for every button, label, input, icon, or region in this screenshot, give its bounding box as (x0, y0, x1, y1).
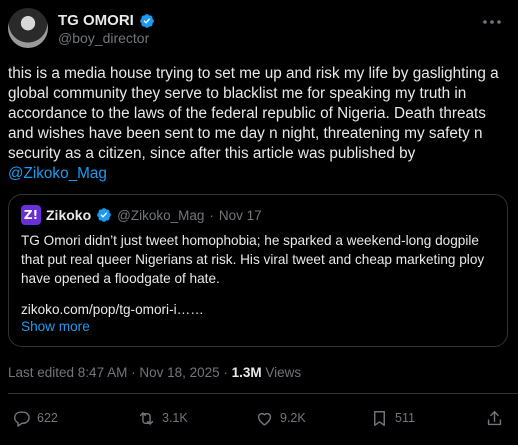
reply-button[interactable]: 622 (12, 409, 58, 428)
repost-icon (139, 411, 154, 425)
quote-text: TG Omori didn’t just tweet homophobia; h… (21, 233, 488, 286)
author-handle[interactable]: @boy_director (58, 30, 149, 46)
repost-button[interactable]: 3.1K (137, 409, 188, 428)
verified-badge-icon (97, 208, 111, 222)
name-row: TG OMORI (58, 12, 155, 29)
action-bar: 622 3.1K 9.2K 511 (12, 406, 504, 430)
post-text: this is a media house trying to set me u… (8, 64, 508, 184)
avatar[interactable] (8, 8, 48, 48)
quote-handle: @Zikoko_Mag (117, 207, 205, 223)
quote-avatar: Z! (21, 205, 41, 225)
quote-display-name: Zikoko (46, 207, 92, 223)
edited-timestamp[interactable]: Last edited 8:47 AM · Nov 18, 2025 · (8, 365, 232, 380)
reply-count: 622 (37, 411, 58, 425)
quoted-tweet[interactable]: Z! Zikoko @Zikoko_Mag · Nov 17 TG Omori … (8, 194, 508, 347)
views-count: 1.3M (231, 365, 262, 380)
divider (8, 393, 518, 394)
tweet-header: TG OMORI @boy_director (8, 8, 518, 52)
tweet: TG OMORI @boy_director this is a media h… (0, 0, 518, 445)
quote-date: Nov 17 (218, 207, 262, 223)
more-options-icon[interactable] (480, 10, 504, 34)
quote-header: Z! Zikoko @Zikoko_Mag · Nov 17 (21, 205, 495, 225)
verified-badge-icon (139, 13, 154, 28)
repost-count: 3.1K (162, 411, 188, 425)
show-more-link[interactable]: Show more (21, 319, 495, 334)
bookmark-button[interactable]: 511 (370, 409, 415, 428)
like-button[interactable]: 9.2K (255, 409, 306, 428)
mention-link[interactable]: @Zikoko_Mag (8, 165, 107, 182)
bookmark-count: 511 (395, 411, 415, 425)
display-name[interactable]: TG OMORI (58, 12, 134, 29)
like-count: 9.2K (280, 411, 306, 425)
quote-separator: · (209, 207, 214, 223)
reply-icon (14, 410, 30, 427)
share-button[interactable] (485, 409, 504, 428)
views-label: Views (261, 365, 302, 380)
bookmark-icon (374, 410, 385, 426)
post-body: this is a media house trying to set me u… (8, 65, 503, 162)
post-meta: Last edited 8:47 AM · Nov 18, 2025 · 1.3… (8, 365, 518, 380)
share-icon (487, 410, 502, 425)
heart-icon (257, 412, 272, 426)
quote-link: zikoko.com/pop/tg-omori-i…… (21, 302, 204, 317)
